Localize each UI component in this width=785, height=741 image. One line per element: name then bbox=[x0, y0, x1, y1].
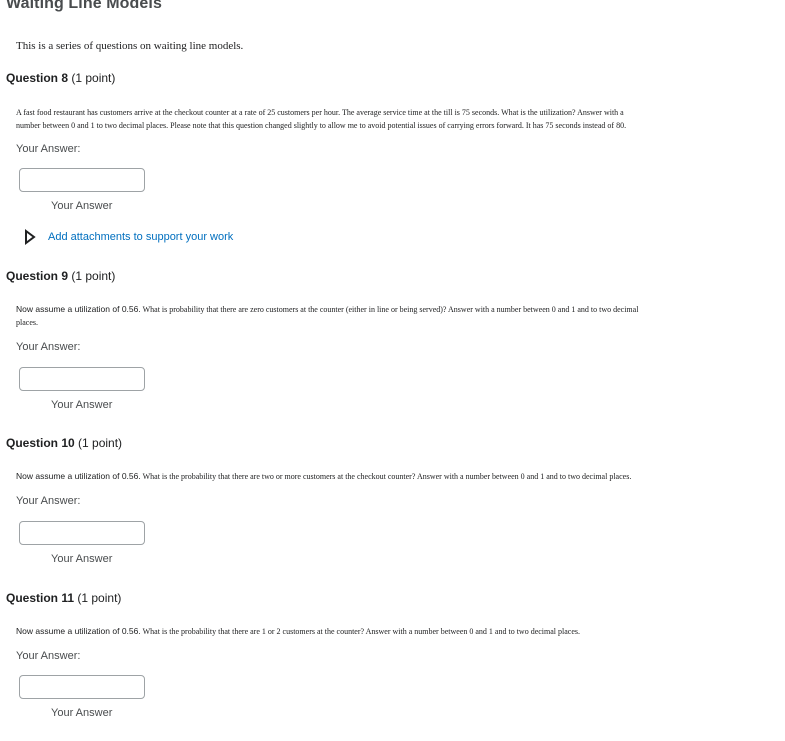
question-10-heading: Question 10 (1 point) bbox=[6, 436, 122, 450]
question-text-line: Now assume a utilization of 0.56. What i… bbox=[16, 303, 746, 316]
answer-caption: Your Answer bbox=[51, 553, 113, 565]
intro-text: This is a series of questions on waiting… bbox=[16, 40, 244, 52]
question-10-text: Now assume a utilization of 0.56. What i… bbox=[16, 470, 746, 483]
question-points: (1 point) bbox=[78, 436, 123, 450]
question-number: Question 10 bbox=[6, 436, 75, 450]
question-11-answer-input[interactable] bbox=[19, 675, 145, 699]
your-answer-label: Your Answer: bbox=[16, 143, 81, 155]
add-attachments-link[interactable]: Add attachments to support your work bbox=[48, 231, 233, 243]
question-text-line: Now assume a utilization of 0.56. What i… bbox=[16, 625, 746, 638]
page-title: Waiting Line Models bbox=[6, 0, 162, 12]
your-answer-label: Your Answer: bbox=[16, 341, 81, 353]
question-text-rest: What is the probability that there are 1… bbox=[140, 627, 581, 636]
question-text-line: A fast food restaurant has customers arr… bbox=[16, 108, 624, 117]
answer-caption: Your Answer bbox=[51, 707, 113, 719]
question-points: (1 point) bbox=[77, 591, 122, 605]
question-9-heading: Question 9 (1 point) bbox=[6, 269, 115, 283]
question-number: Question 8 bbox=[6, 71, 69, 85]
question-11-heading: Question 11 (1 point) bbox=[6, 591, 121, 605]
question-8-answer-input[interactable] bbox=[19, 168, 145, 192]
question-points: (1 point) bbox=[71, 269, 116, 283]
question-8-heading: Question 8 (1 point) bbox=[6, 71, 115, 85]
your-answer-label: Your Answer: bbox=[16, 495, 81, 507]
question-number: Question 11 bbox=[6, 591, 75, 605]
question-points: (1 point) bbox=[71, 71, 116, 85]
question-text-line: Now assume a utilization of 0.56. What i… bbox=[16, 470, 746, 483]
caret-right-icon bbox=[22, 229, 38, 245]
question-11-text: Now assume a utilization of 0.56. What i… bbox=[16, 625, 746, 638]
question-text-rest: What is the probability that there are t… bbox=[140, 472, 632, 481]
question-8-text: A fast food restaurant has customers arr… bbox=[16, 106, 746, 132]
question-text-line: number between 0 and 1 to two decimal pl… bbox=[16, 121, 627, 130]
question-text-line: places. bbox=[16, 318, 38, 327]
question-9-text: Now assume a utilization of 0.56. What i… bbox=[16, 303, 746, 329]
question-text-lead: Now assume a utilization of 0.56. bbox=[16, 304, 141, 314]
add-attachments-toggle[interactable]: Add attachments to support your work bbox=[22, 229, 233, 245]
answer-caption: Your Answer bbox=[51, 399, 113, 411]
question-text-lead: Now assume a utilization of 0.56. bbox=[16, 626, 141, 636]
your-answer-label: Your Answer: bbox=[16, 650, 81, 662]
answer-caption: Your Answer bbox=[51, 200, 113, 212]
question-10-answer-input[interactable] bbox=[19, 521, 145, 545]
question-text-rest: What is probability that there are zero … bbox=[140, 305, 639, 314]
question-text-lead: Now assume a utilization of 0.56. bbox=[16, 471, 141, 481]
question-number: Question 9 bbox=[6, 269, 69, 283]
question-9-answer-input[interactable] bbox=[19, 367, 145, 391]
